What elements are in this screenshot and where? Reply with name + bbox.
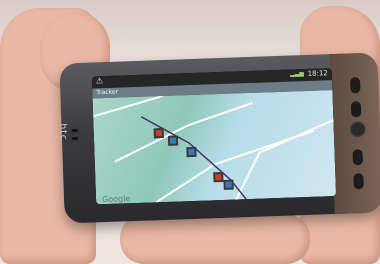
phone: htc ⚠ ▂▃▅ 18:12 Tracker Google xyxy=(57,52,380,224)
hardware-button[interactable] xyxy=(353,173,364,190)
app-title: Tracker xyxy=(96,88,119,97)
hardware-button[interactable] xyxy=(350,101,362,118)
road xyxy=(92,95,163,118)
status-time: 18:12 xyxy=(307,69,328,78)
signal-icon: ▂▃▅ xyxy=(289,70,304,78)
hardware-button[interactable] xyxy=(352,149,364,166)
warning-icon: ⚠ xyxy=(95,76,104,86)
location-marker-icon[interactable] xyxy=(213,171,224,183)
location-marker-icon[interactable] xyxy=(186,146,197,158)
speaker-hole xyxy=(71,136,78,141)
hardware-button[interactable] xyxy=(349,77,361,94)
map-view[interactable]: Google xyxy=(92,90,337,205)
speaker-hole xyxy=(71,128,78,133)
road xyxy=(235,119,334,200)
phone-screen: ⚠ ▂▃▅ 18:12 Tracker Google xyxy=(91,68,337,205)
location-marker-icon[interactable] xyxy=(153,127,164,139)
road xyxy=(155,129,315,204)
location-marker-icon[interactable] xyxy=(167,135,179,146)
map-canvas: Google xyxy=(92,95,334,204)
location-marker-icon[interactable] xyxy=(223,179,234,190)
brand-logo: htc xyxy=(57,123,68,141)
map-watermark: Google xyxy=(102,194,131,204)
road xyxy=(114,101,254,163)
bottom-palm xyxy=(120,214,310,264)
